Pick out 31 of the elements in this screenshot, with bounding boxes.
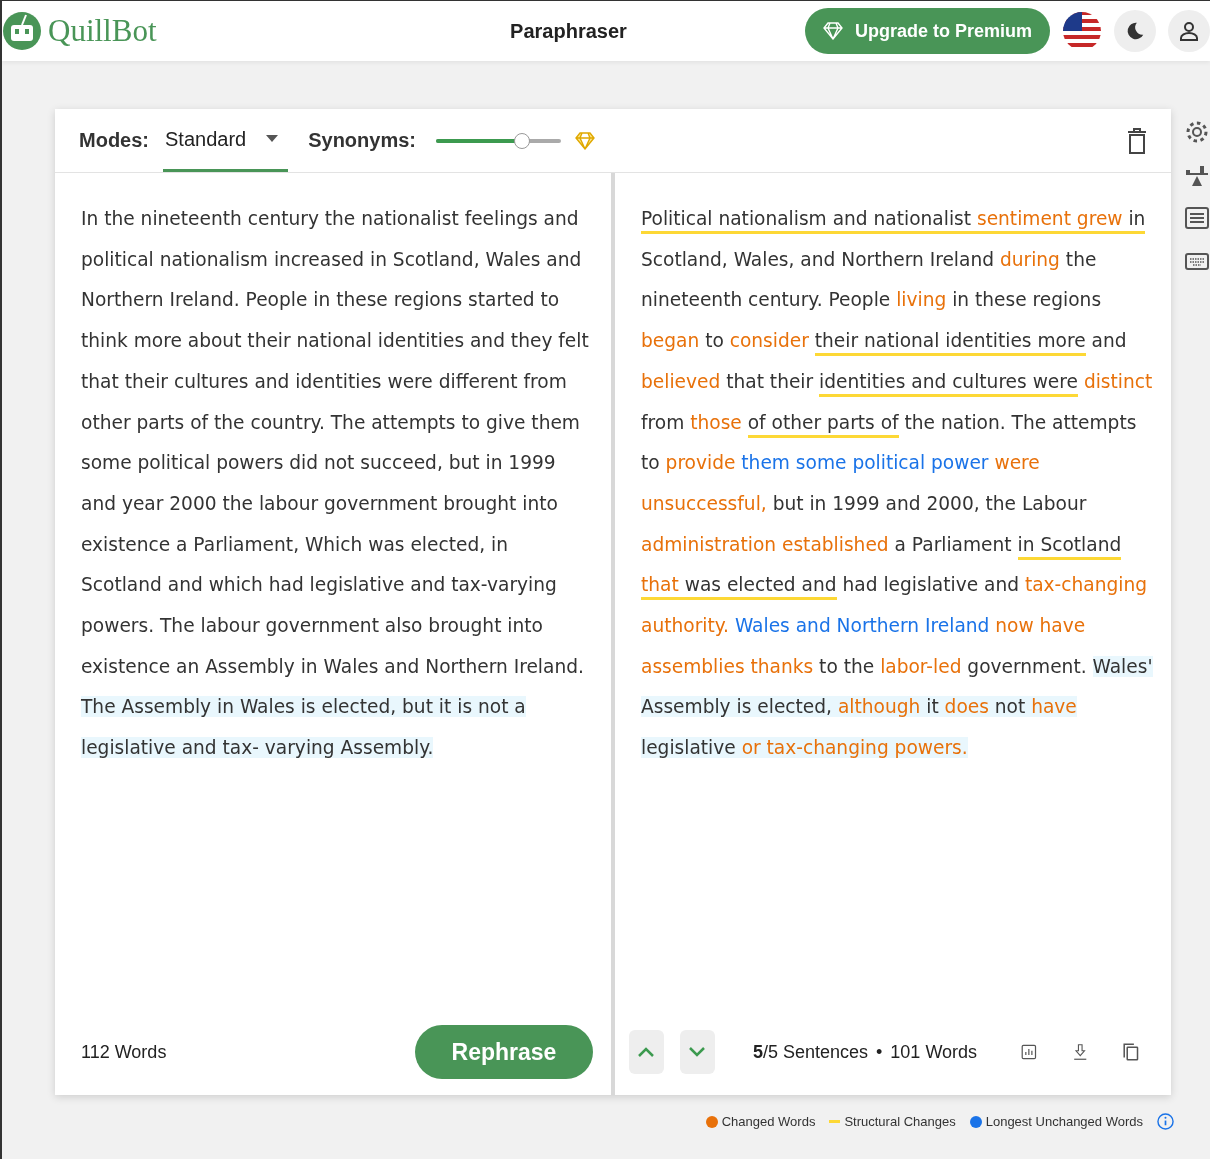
sentence-count: 5/5 Sentences [752, 1041, 869, 1063]
next-sentence-button[interactable] [679, 1030, 715, 1074]
logo-text[interactable]: QuillBot [48, 13, 157, 49]
paraphrased-text[interactable]: Political nationalism and nationalist sentiment grew in Scotland, Wales, and Northern Ireland during the nineteenth century. People living in these regions began to consider their national identities more and believed that their identities and cultures were distinct from those of other parts of the nation. The attempts to provide them some political power were unsuccessful, but in 1999 and 2000, the Labour administration established a Parliament in Scotland that was elected and had legislative and tax-changing authority. Wales and Northern Ireland now have assemblies thanks to the labor-led government. Wales' Assembly is elected, although it does not have legislative or tax-changing powers. [641, 173, 1153, 1017]
upgrade-button[interactable]: Upgrade to Premium [804, 8, 1050, 54]
info-icon[interactable] [1157, 1113, 1174, 1130]
word-count: 112 Words [81, 1041, 167, 1063]
synonyms-label: Synonyms: [308, 129, 416, 152]
user-icon [1177, 19, 1201, 43]
settings-icon[interactable] [1184, 119, 1210, 145]
mode-dropdown[interactable]: Standard [163, 109, 289, 172]
legend-label: Longest Unchanged Words [985, 1114, 1143, 1129]
input-text[interactable]: In the nineteenth century the nationalist feelings and political nationalism increased in Scotland, Wales and Northern Ireland. People in these regions started to think more about their national identities and they felt that their cultures and identities were different from other parts of the country. The attempts to give them some political powers did not succeed, but in 1999 and year 2000 the labour government brought into existence a Parliament, Which was elected, in Scotland and which had legislative and tax-varying powers. The labour government also brought into existence an Assembly in Wales and Northern Ireland. The Assembly in Wales is elected, but it is not a legislative and tax- varying Assembly. [81, 173, 593, 1017]
modes-label: Modes: [79, 129, 149, 152]
page-title: Paraphraser [509, 19, 628, 43]
account-button[interactable] [1168, 10, 1210, 52]
separator-dot: • [876, 1041, 883, 1063]
trash-icon[interactable] [1127, 127, 1147, 154]
previous-sentence-button[interactable] [629, 1030, 664, 1074]
word-count: 101 Words [890, 1041, 978, 1063]
caret-icon [266, 135, 279, 143]
chevron-down-icon [689, 1047, 706, 1057]
chevron-up-icon [638, 1047, 655, 1057]
legend-label: Structural Changes [844, 1114, 956, 1129]
rephrase-button[interactable]: Rephrase [415, 1025, 593, 1079]
diamond-icon [575, 131, 595, 150]
synonyms-slider[interactable] [436, 131, 561, 150]
list-icon[interactable] [1184, 205, 1210, 231]
dark-mode-button[interactable] [1114, 10, 1156, 52]
diamond-icon [822, 22, 843, 40]
legend-label: Changed Words [721, 1114, 816, 1129]
